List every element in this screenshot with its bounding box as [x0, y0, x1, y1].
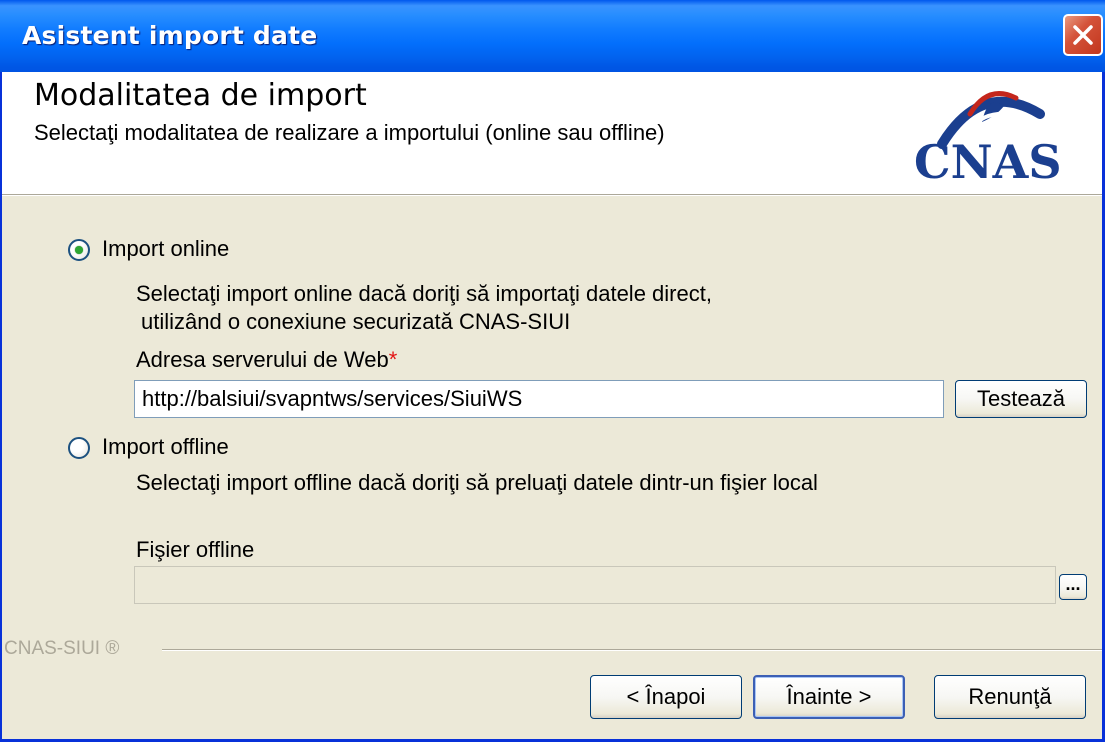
- window-title: Asistent import date: [22, 21, 318, 50]
- page-title: Modalitatea de import: [34, 78, 367, 113]
- server-address-text: Adresa serverului de Web: [136, 347, 389, 372]
- wizard-window: Asistent import date Modalitatea de impo…: [0, 0, 1105, 742]
- online-description-line2: utilizând o conexiune securizată CNAS-SI…: [141, 309, 571, 334]
- server-address-label: Adresa serverului de Web*: [136, 347, 397, 373]
- logo-text: CNAS: [914, 135, 1062, 184]
- import-online-radio[interactable]: [68, 239, 90, 261]
- test-button[interactable]: Testează: [955, 380, 1087, 418]
- wizard-header: Modalitatea de import Selectaţi modalita…: [2, 72, 1102, 195]
- offline-file-input[interactable]: [134, 566, 1056, 604]
- browse-file-button[interactable]: ...: [1059, 574, 1087, 600]
- back-button[interactable]: < Înapoi: [590, 675, 742, 719]
- import-offline-radio[interactable]: [68, 437, 90, 459]
- import-offline-label[interactable]: Import offline: [102, 434, 229, 460]
- required-mark: *: [388, 347, 398, 372]
- title-bar[interactable]: Asistent import date: [0, 0, 1105, 72]
- import-online-label[interactable]: Import online: [102, 236, 229, 262]
- server-address-input[interactable]: http://balsiui/svapntws/services/SiuiWS: [134, 380, 944, 418]
- header-separator: [2, 195, 1102, 196]
- offline-description: Selectaţi import offline dacă doriţi să …: [136, 470, 818, 495]
- next-button[interactable]: Înainte >: [753, 675, 905, 719]
- cnas-logo: CNAS: [914, 91, 1062, 184]
- footer-separator: [162, 649, 1102, 651]
- cancel-button[interactable]: Renunţă: [934, 675, 1086, 719]
- close-icon: [1073, 25, 1093, 45]
- offline-file-label: Fişier offline: [136, 537, 255, 562]
- brand-label: CNAS-SIUI ®: [4, 638, 120, 659]
- close-button[interactable]: [1063, 14, 1103, 56]
- online-description-line1: Selectaţi import online dacă doriţi să i…: [136, 281, 712, 306]
- page-subtitle: Selectaţi modalitatea de realizare a imp…: [34, 120, 665, 145]
